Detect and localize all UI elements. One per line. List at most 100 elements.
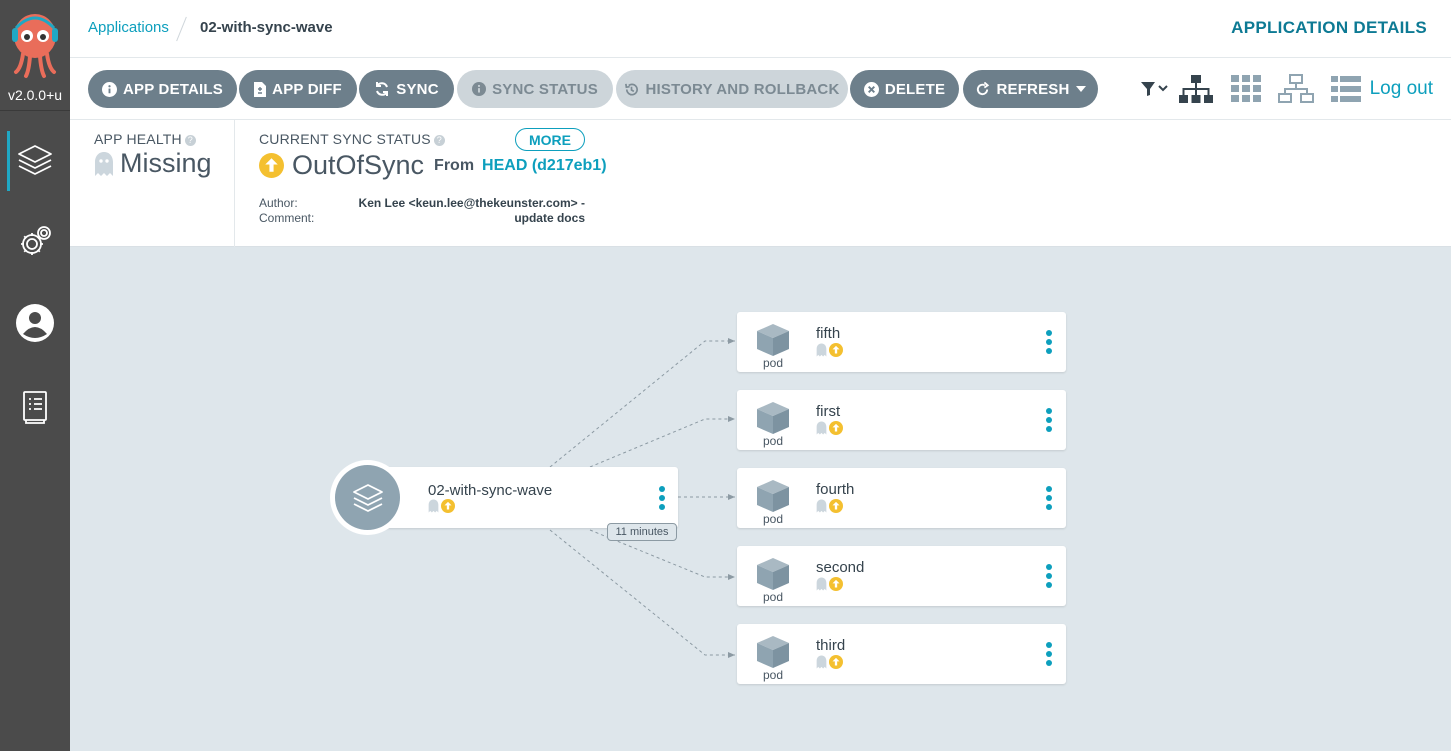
layers-icon <box>18 145 52 175</box>
sync-status-value[interactable]: OutOfSync From HEAD (d217eb1) <box>259 150 607 181</box>
app-diff-button[interactable]: APP DIFF <box>239 70 357 108</box>
pod-status <box>816 577 843 591</box>
app-node-card[interactable]: 02-with-sync-wave <box>365 467 678 528</box>
file-diff-icon <box>254 81 267 97</box>
pod-menu-icon[interactable] <box>1046 564 1052 588</box>
pod-node-fourth[interactable]: pod fourth <box>737 468 1066 528</box>
toolbar: APP DETAILS APP DIFF SYNC SYNC STATUS HI… <box>70 58 1451 120</box>
sidebar-item-user-info[interactable] <box>0 293 70 353</box>
pod-kind: pod <box>762 668 784 682</box>
argo-logo-icon[interactable] <box>8 10 62 80</box>
info-icon <box>472 82 487 96</box>
refresh-button[interactable]: REFRESH <box>963 70 1098 108</box>
history-rollback-label: HISTORY AND ROLLBACK <box>645 80 840 98</box>
tree-view-icon[interactable] <box>1178 72 1214 106</box>
info-icon <box>102 81 117 97</box>
sync-status-button[interactable]: SYNC STATUS <box>457 70 613 108</box>
pod-menu-icon[interactable] <box>1046 408 1052 432</box>
ghost-icon <box>816 577 827 591</box>
pod-name: second <box>816 559 865 576</box>
ghost-icon <box>816 421 827 435</box>
list-view-icon[interactable] <box>1331 72 1361 106</box>
author-value: Ken Lee <keun.lee@thekeunster.com> - <box>358 196 585 210</box>
history-rollback-button[interactable]: HISTORY AND ROLLBACK <box>616 70 848 108</box>
more-button[interactable]: MORE <box>515 128 585 151</box>
page-title: APPLICATION DETAILS <box>1231 18 1427 37</box>
app-diff-label: APP DIFF <box>272 80 342 98</box>
pod-menu-icon[interactable] <box>1046 486 1052 510</box>
sidebar-item-settings[interactable] <box>0 212 70 272</box>
help-icon[interactable]: ? <box>184 134 196 146</box>
delete-button[interactable]: DELETE <box>850 70 959 108</box>
app-node-menu-icon[interactable] <box>659 486 665 510</box>
ghost-icon <box>816 499 827 513</box>
arrow-circle-up-icon <box>829 421 843 435</box>
refresh-label: REFRESH <box>996 80 1070 98</box>
pod-status <box>816 421 843 435</box>
app-details-button[interactable]: APP DETAILS <box>88 70 237 108</box>
sync-button[interactable]: SYNC <box>359 70 454 108</box>
ghost-icon <box>816 655 827 669</box>
cube-icon <box>757 324 789 356</box>
app-health-value[interactable]: Missing <box>94 148 212 179</box>
ghost-icon <box>428 499 439 513</box>
app-health-heading: APP HEALTH? <box>94 131 196 147</box>
network-view-icon[interactable] <box>1278 72 1314 106</box>
pod-name: fourth <box>816 481 855 498</box>
history-icon <box>625 83 639 95</box>
layers-icon <box>352 483 383 512</box>
sidebar-divider <box>0 110 70 111</box>
version-label: v2.0.0+u <box>7 87 63 103</box>
book-icon <box>23 391 47 424</box>
cube-icon <box>757 558 789 590</box>
pod-menu-icon[interactable] <box>1046 642 1052 666</box>
app-details-label: APP DETAILS <box>123 80 223 98</box>
pod-node-first[interactable]: pod first <box>737 390 1066 450</box>
ghost-icon <box>816 343 827 357</box>
comment-label: Comment: <box>259 211 315 225</box>
pods-view-icon[interactable] <box>1231 72 1261 106</box>
pod-name: first <box>816 403 841 420</box>
pod-kind: pod <box>762 590 784 604</box>
logout-link[interactable]: Log out <box>1370 78 1433 100</box>
revision-link[interactable]: HEAD (d217eb1) <box>482 157 606 175</box>
pod-node-third[interactable]: pod third <box>737 624 1066 684</box>
author-label: Author: <box>259 196 298 210</box>
comment-value: update docs <box>514 211 585 225</box>
cube-icon <box>757 636 789 668</box>
pod-status <box>816 499 843 513</box>
sync-status-heading: CURRENT SYNC STATUS? <box>259 131 445 147</box>
pod-name: fifth <box>816 325 841 342</box>
breadcrumb-separator <box>176 16 187 42</box>
sidebar-item-applications[interactable] <box>0 131 70 191</box>
app-node[interactable]: 02-with-sync-wave <box>330 460 678 535</box>
cube-icon <box>757 480 789 512</box>
sync-from-label: From <box>434 156 475 174</box>
sync-status-text: OutOfSync <box>292 150 425 180</box>
pod-kind: pod <box>762 356 784 370</box>
breadcrumb-applications-link[interactable]: Applications <box>88 19 169 36</box>
pod-node-second[interactable]: pod second <box>737 546 1066 606</box>
help-icon[interactable]: ? <box>433 134 445 146</box>
ghost-icon <box>95 151 113 176</box>
arrow-circle-up-icon <box>829 655 843 669</box>
status-panel: APP HEALTH? Missing CURRENT SYNC STATUS?… <box>70 120 1451 247</box>
arrow-circle-up-icon <box>259 153 284 178</box>
top-bar: Applications 02-with-sync-wave APPLICATI… <box>70 0 1451 58</box>
sync-icon <box>376 82 389 96</box>
filter-dropdown[interactable] <box>1140 72 1170 106</box>
arrow-circle-up-icon <box>441 499 455 513</box>
status-divider <box>234 120 235 247</box>
sidebar-item-documentation[interactable] <box>0 377 70 437</box>
user-circle-icon <box>16 304 54 342</box>
redo-icon <box>977 81 990 95</box>
pod-kind: pod <box>762 512 784 526</box>
app-node-age-badge: 11 minutes <box>607 523 677 541</box>
sync-status-heading-label: CURRENT SYNC STATUS <box>259 131 431 147</box>
pod-menu-icon[interactable] <box>1046 330 1052 354</box>
pod-node-fifth[interactable]: pod fifth <box>737 312 1066 372</box>
delete-label: DELETE <box>884 80 946 98</box>
breadcrumb-current: 02-with-sync-wave <box>200 19 333 36</box>
sync-status-label: SYNC STATUS <box>492 80 598 98</box>
app-node-name: 02-with-sync-wave <box>428 482 553 499</box>
